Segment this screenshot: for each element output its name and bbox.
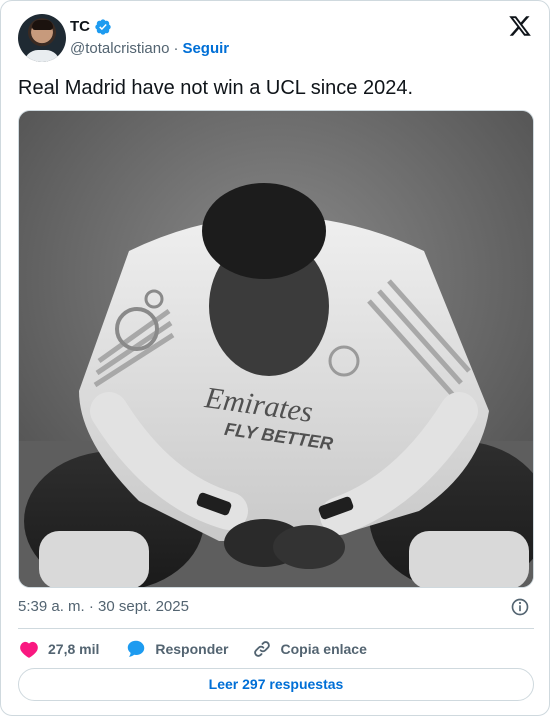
- handle-separator: ·: [173, 40, 179, 57]
- verified-badge-icon: [94, 18, 112, 36]
- tweet-actions: 27,8 mil Responder Copia enlace: [18, 637, 367, 661]
- likes-count: 27,8 mil: [48, 641, 100, 657]
- reply-button[interactable]: Responder: [125, 638, 229, 660]
- divider: [18, 628, 534, 629]
- reply-label: Responder: [155, 641, 229, 657]
- avatar-shirt: [24, 50, 60, 62]
- reply-bubble-icon: [128, 640, 145, 657]
- tweet-timestamp[interactable]: 5:39 a. m. · 30 sept. 2025: [18, 597, 189, 617]
- copy-link-button[interactable]: Copia enlace: [251, 638, 367, 660]
- like-button[interactable]: 27,8 mil: [18, 638, 99, 660]
- author-avatar[interactable]: [18, 14, 66, 62]
- avatar-hair: [32, 20, 53, 30]
- link-icon: [253, 641, 270, 657]
- tweet-media-photo[interactable]: Emirates FLY BETTER: [18, 110, 534, 588]
- info-icon[interactable]: [510, 597, 530, 617]
- tweet-embed-card: TC @totalcristiano · Seguir Real Madrid …: [0, 0, 550, 716]
- x-logo-icon[interactable]: [508, 14, 532, 38]
- heart-icon: [20, 641, 38, 658]
- tweet-text: Real Madrid have not win a UCL since 202…: [18, 77, 414, 99]
- read-replies-button[interactable]: Leer 297 respuestas: [18, 668, 534, 701]
- author-name-row[interactable]: TC: [70, 17, 112, 37]
- photo-of-player-icon: Emirates FLY BETTER: [19, 111, 533, 587]
- author-display-name[interactable]: TC: [70, 17, 90, 37]
- author-handle[interactable]: @totalcristiano: [70, 39, 169, 59]
- copy-link-label: Copia enlace: [280, 641, 367, 657]
- author-handle-row: @totalcristiano · Seguir: [70, 39, 229, 59]
- follow-link[interactable]: Seguir: [182, 39, 229, 59]
